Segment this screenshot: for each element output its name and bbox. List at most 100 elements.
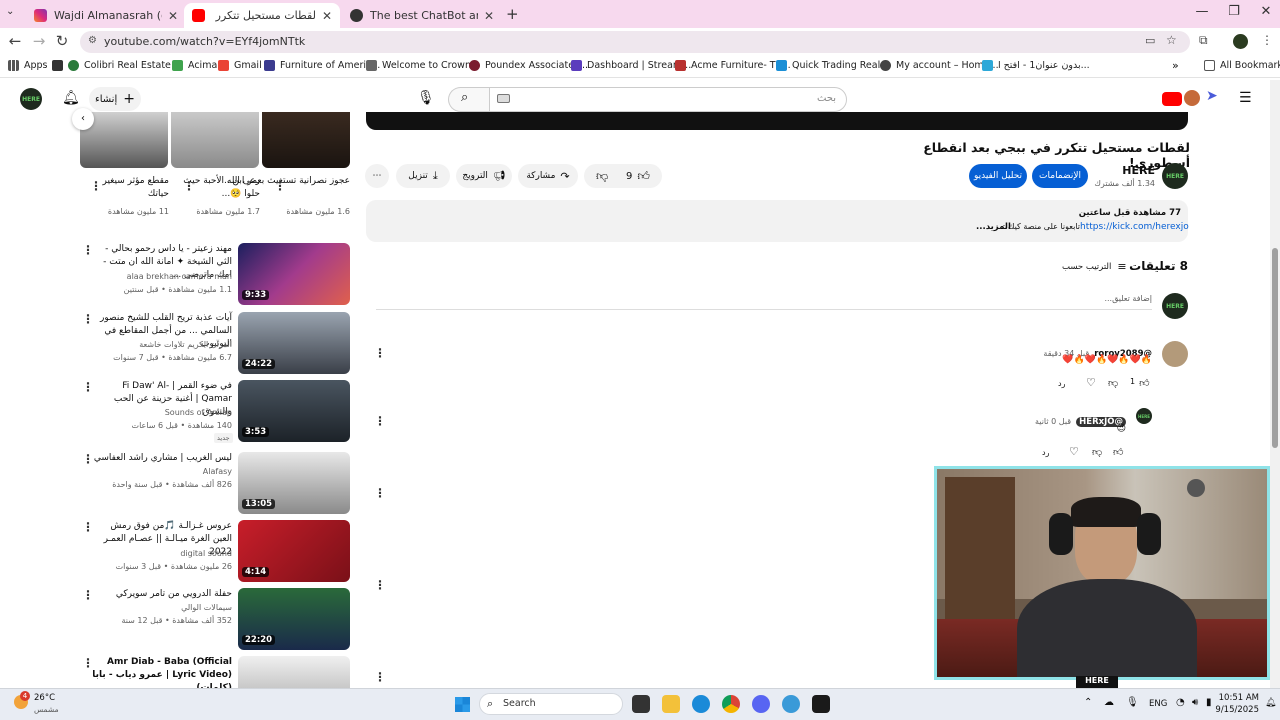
site-info-icon[interactable]: ⚙ [88,35,97,46]
video-menu-icon[interactable]: ⋮ [82,380,94,394]
join-button[interactable]: الإنضمامات [1032,164,1088,188]
bookmark-quick-trading[interactable]: Quick Trading Real... [776,60,889,71]
short-menu-icon[interactable]: ⋮ [274,179,286,193]
channel-name[interactable]: HERE [1100,164,1155,177]
weather-temp[interactable]: 26°C [34,693,55,703]
close-icon[interactable]: ✕ [484,9,494,23]
bookmark-untitled[interactable]: بدون عنوان1 - افتح ا... [982,60,1090,71]
app-icon[interactable] [782,695,800,713]
tab-instagram[interactable]: Wajdi Almanasrah (@wajdi_ma ✕ [26,3,186,28]
task-view-icon[interactable] [632,695,650,713]
clock-date[interactable]: 9/15/2025 [1212,705,1259,715]
tab-youtube[interactable]: لقطات مستحيل تتكرر في ببجي ب ✕ [184,3,340,28]
send-icon[interactable]: ➤ [1206,88,1218,104]
taskbar-search[interactable] [479,693,623,715]
reply-heart-icon[interactable]: ♡ [1069,445,1079,458]
cast-icon[interactable]: ▭ [1145,34,1155,47]
video-thumbnail[interactable]: 9:33 [238,243,350,305]
windows-start-icon[interactable] [455,697,470,712]
profile-avatar[interactable] [1233,34,1248,49]
video-channel[interactable]: القرآن الكريم تلاوات خاشعة [92,339,232,351]
comment-like-button[interactable]: 1 👍︎ [1130,377,1150,389]
tab-search-icon[interactable]: ⌄ [6,6,14,17]
video-menu-icon[interactable]: ⋮ [82,520,94,534]
reload-icon[interactable]: ↻ [52,32,72,50]
video-channel[interactable]: Alafasy [92,466,232,478]
video-thumbnail[interactable]: 22:20 [238,588,350,650]
bookmark-star-icon[interactable]: ☆ [1166,33,1177,47]
bookmark-furniture[interactable]: Furniture of Americ... [264,60,380,71]
extensions-icon[interactable]: ⧉ [1199,33,1208,48]
minimize-icon[interactable]: — [1192,4,1212,19]
bookmark-gmail[interactable]: Gmail [218,60,262,71]
commenter-avatar[interactable] [1162,341,1188,367]
sort-button[interactable]: الترتيب حسب ≡ [1062,260,1127,273]
short-menu-icon[interactable]: ⋮ [90,179,102,193]
video-title-link[interactable]: ليس الغريب | مشاري راشد العفاسي [92,452,232,465]
onedrive-icon[interactable]: ☁ [1104,697,1114,708]
keyboard-icon[interactable] [497,94,510,103]
comment-dislike-icon[interactable]: 👎︎ [1108,377,1118,389]
short-menu-icon[interactable]: ⋮ [183,179,195,193]
close-window-icon[interactable]: ✕ [1256,4,1276,19]
comment-menu-icon[interactable]: ⋮ [374,578,386,592]
menu-icon[interactable]: ⋮ [1261,33,1273,47]
language-indicator[interactable]: ENG [1149,699,1167,709]
notifications-icon[interactable]: 🔔︎ [62,90,80,106]
video-channel[interactable]: Sounds of Arsian [92,407,232,419]
video-channel[interactable]: alaa brekhan camera man [92,271,232,283]
video-thumbnail[interactable]: 4:14 [238,520,350,582]
video-thumbnail[interactable]: 3:53 [238,380,350,442]
reply-menu-icon[interactable]: ⋮ [374,414,386,428]
bookmark-my-account[interactable]: My account – Home... [880,60,999,71]
account-avatar[interactable]: HERE [20,88,42,110]
bookmark-apps[interactable]: Apps [8,60,48,71]
bookmark-dashboard[interactable]: Dashboard | Stream... [571,60,691,71]
all-bookmarks[interactable]: All Bookmarks [1204,60,1280,71]
restore-icon[interactable]: ❐ [1224,4,1244,19]
search-button[interactable] [448,87,490,112]
reply-like-icon[interactable]: 👍︎ [1113,446,1123,458]
bookmarks-overflow-icon[interactable]: » [1172,59,1179,72]
subscribe-button[interactable]: تحليل الفيديو [969,164,1027,188]
video-menu-icon[interactable]: ⋮ [82,656,94,670]
shorts-scroll-left-icon[interactable]: ‹ [72,108,94,130]
comment-heart-icon[interactable]: ♡ [1086,376,1096,389]
bookmark-acme[interactable]: Acme Furniture- Th... [675,60,791,71]
discord-icon[interactable] [752,695,770,713]
video-channel[interactable]: digital sound [92,548,232,560]
tray-overflow-icon[interactable]: ⌃ [1084,697,1092,708]
comment-menu-icon[interactable]: ⋮ [374,346,386,360]
dislike-icon[interactable]: 👎︎ [596,169,608,184]
battery-icon[interactable]: ▮ [1206,697,1212,708]
video-menu-icon[interactable]: ⋮ [82,243,94,257]
url-text[interactable]: youtube.com/watch?v=EYf4jomNTtk [104,35,305,48]
create-button[interactable]: إنشاء + [89,87,141,111]
short-thumbnail[interactable] [262,112,350,168]
bookmark-acima[interactable]: Acima [172,60,217,71]
reply-reply-button[interactable]: رد [1042,448,1049,457]
volume-icon[interactable]: 🔊︎ [1192,697,1198,708]
youtube-logo-icon[interactable] [1162,92,1182,106]
bookmark-crown[interactable]: Welcome to Crown... [366,60,480,71]
bookmark-colibri[interactable]: Colibri Real Estate [68,60,171,71]
video-menu-icon[interactable]: ⋮ [82,588,94,602]
video-thumbnail[interactable]: 24:22 [238,312,350,374]
channel-avatar[interactable]: HERE [1162,163,1188,189]
notifications-bell-icon[interactable]: 🔔︎ [1265,698,1276,708]
edge-icon[interactable] [692,695,710,713]
new-tab-icon[interactable]: + [506,5,519,23]
forward-icon[interactable]: → [29,32,49,50]
video-thumbnail[interactable]: 13:05 [238,452,350,514]
back-icon[interactable]: ← [5,32,25,50]
reply-dislike-icon[interactable]: 👎︎ [1092,446,1102,458]
download-button[interactable]: تنزيل ⤓ [396,164,450,188]
scrollbar-thumb[interactable] [1272,248,1278,448]
comment-menu-icon[interactable]: ⋮ [374,670,386,684]
description-box[interactable] [366,200,1188,242]
video-player[interactable] [366,112,1188,130]
comment-menu-icon[interactable]: ⋮ [374,486,386,500]
clock-time[interactable]: 10:51 AM [1215,693,1259,703]
microphone-icon[interactable]: 🎙︎ [417,90,435,106]
kick-link[interactable]: https://kick.com/herexjo [1080,222,1189,232]
